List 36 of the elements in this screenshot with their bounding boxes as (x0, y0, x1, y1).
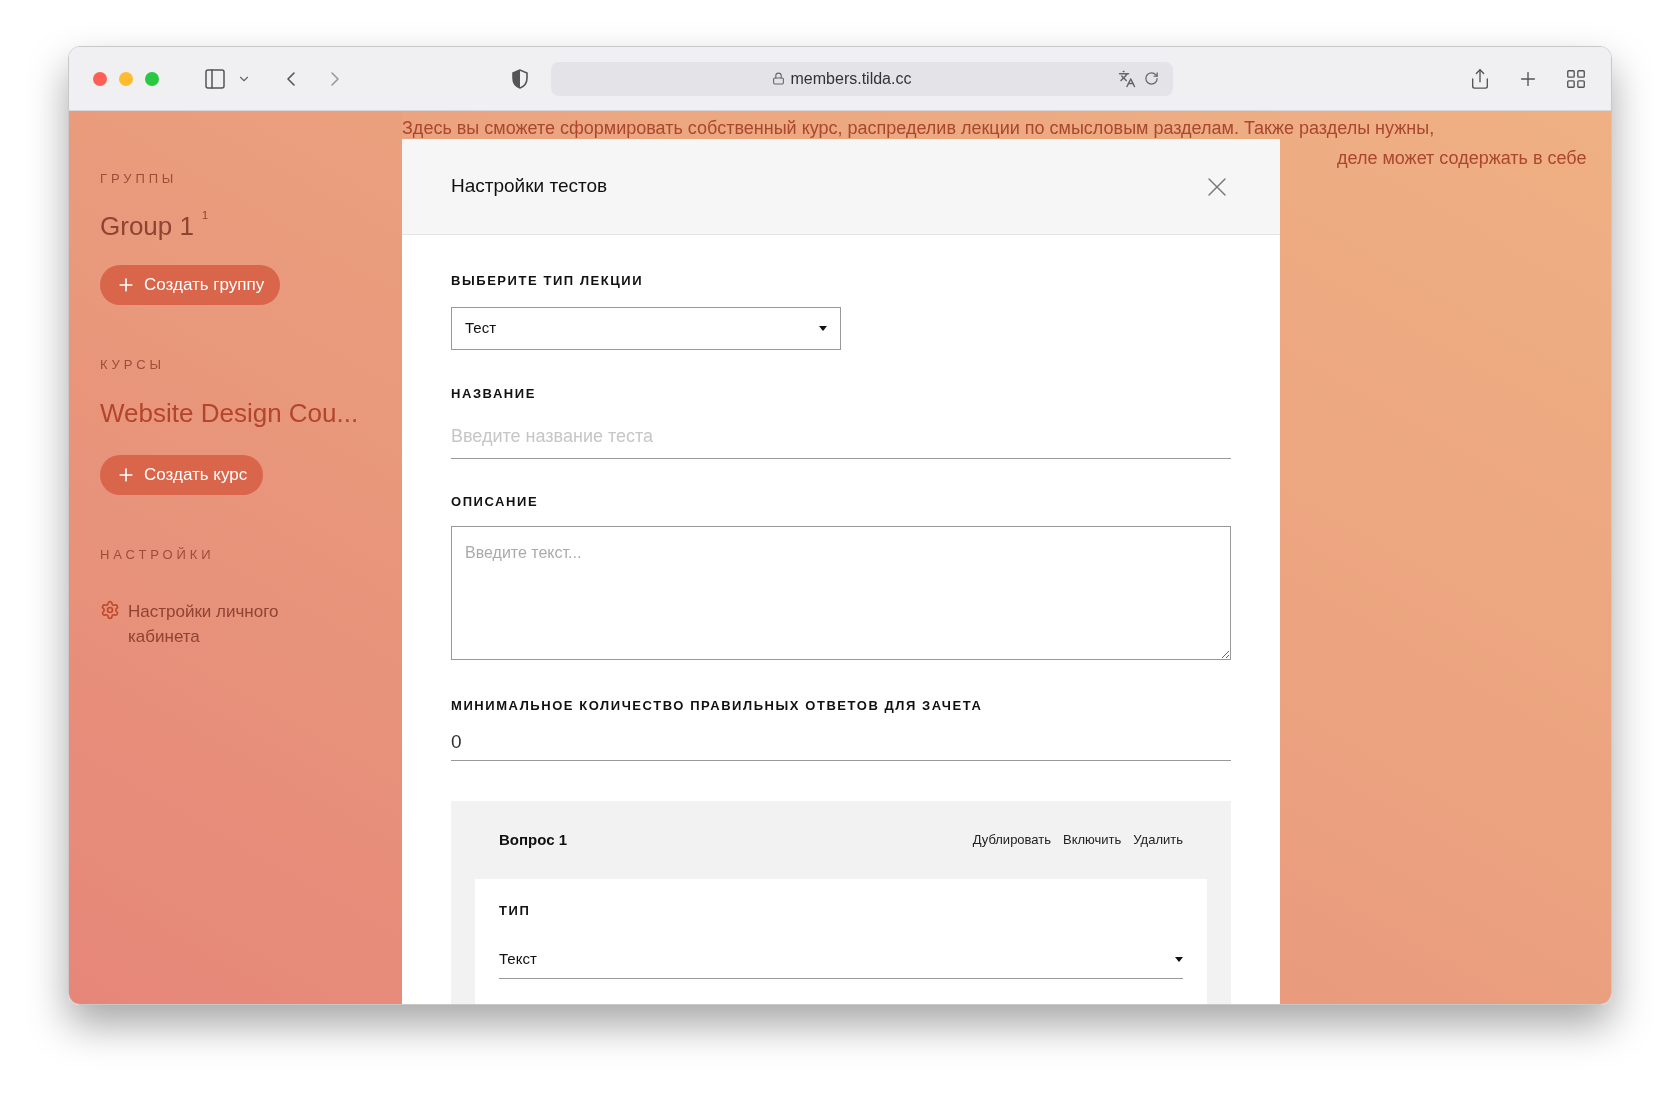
lock-icon (771, 72, 785, 85)
caret-icon (1175, 956, 1183, 962)
lecture-type-select[interactable]: Тест (451, 306, 841, 350)
reload-icon[interactable] (1144, 71, 1159, 86)
question-action-link[interactable]: Дублировать (972, 830, 1052, 850)
question-action-link[interactable]: Удалить (1133, 830, 1183, 850)
question-action-link[interactable]: Включить (1063, 830, 1122, 850)
description-textarea[interactable]: Введите текст... (451, 525, 1231, 660)
close-window-button[interactable] (93, 71, 107, 86)
question-type-select[interactable]: Текст (499, 940, 1183, 979)
create-course-button[interactable]: Создать курс (100, 455, 264, 495)
field-label: НАЗВАНИЕ (451, 384, 537, 403)
field-label: МИНИМАЛЬНОЕ КОЛИЧЕСТВО ПРАВИЛЬНЫХ ОТВЕТОВ ДЛЯ ЗАЧЕТА (451, 696, 984, 715)
translate-icon[interactable] (1118, 69, 1136, 88)
section-heading: ГРУППЫ (100, 170, 179, 188)
group-count: 1 (201, 207, 209, 223)
share-icon[interactable] (1469, 67, 1491, 90)
dialog-title: Настройки тестов (451, 174, 608, 199)
test-name-input[interactable]: Введите название теста (451, 415, 1231, 459)
intro-text: деле может содержать в себе (1337, 147, 1587, 170)
question-title: Вопрос 1 (499, 829, 568, 850)
shield-icon[interactable] (511, 68, 529, 89)
settings-icon (100, 599, 120, 620)
tab-overview-icon[interactable] (1565, 67, 1587, 90)
section-heading: КУРСЫ (100, 355, 166, 374)
url-text: members.tilda.cc (790, 68, 912, 89)
field-label: ОПИСАНИЕ (451, 493, 540, 511)
field-label: ВЫБЕРИТЕ ТИП ЛЕКЦИИ (451, 272, 645, 290)
create-group-button[interactable]: Создать группу (100, 264, 281, 305)
intro-text: Здесь вы сможете сформировать собственный курс, распределив лекции по смысловым разделам. Также разделы нужны, (402, 117, 1435, 140)
address-bar[interactable]: members.tilda.cc (551, 61, 1173, 96)
caret-icon (819, 325, 827, 331)
min-correct-input[interactable]: 0 (451, 723, 1231, 761)
section-heading: НАСТРОЙКИ (100, 546, 216, 564)
sidebar-toggle-icon[interactable] (203, 66, 227, 91)
field-label: ТИП (499, 902, 532, 920)
